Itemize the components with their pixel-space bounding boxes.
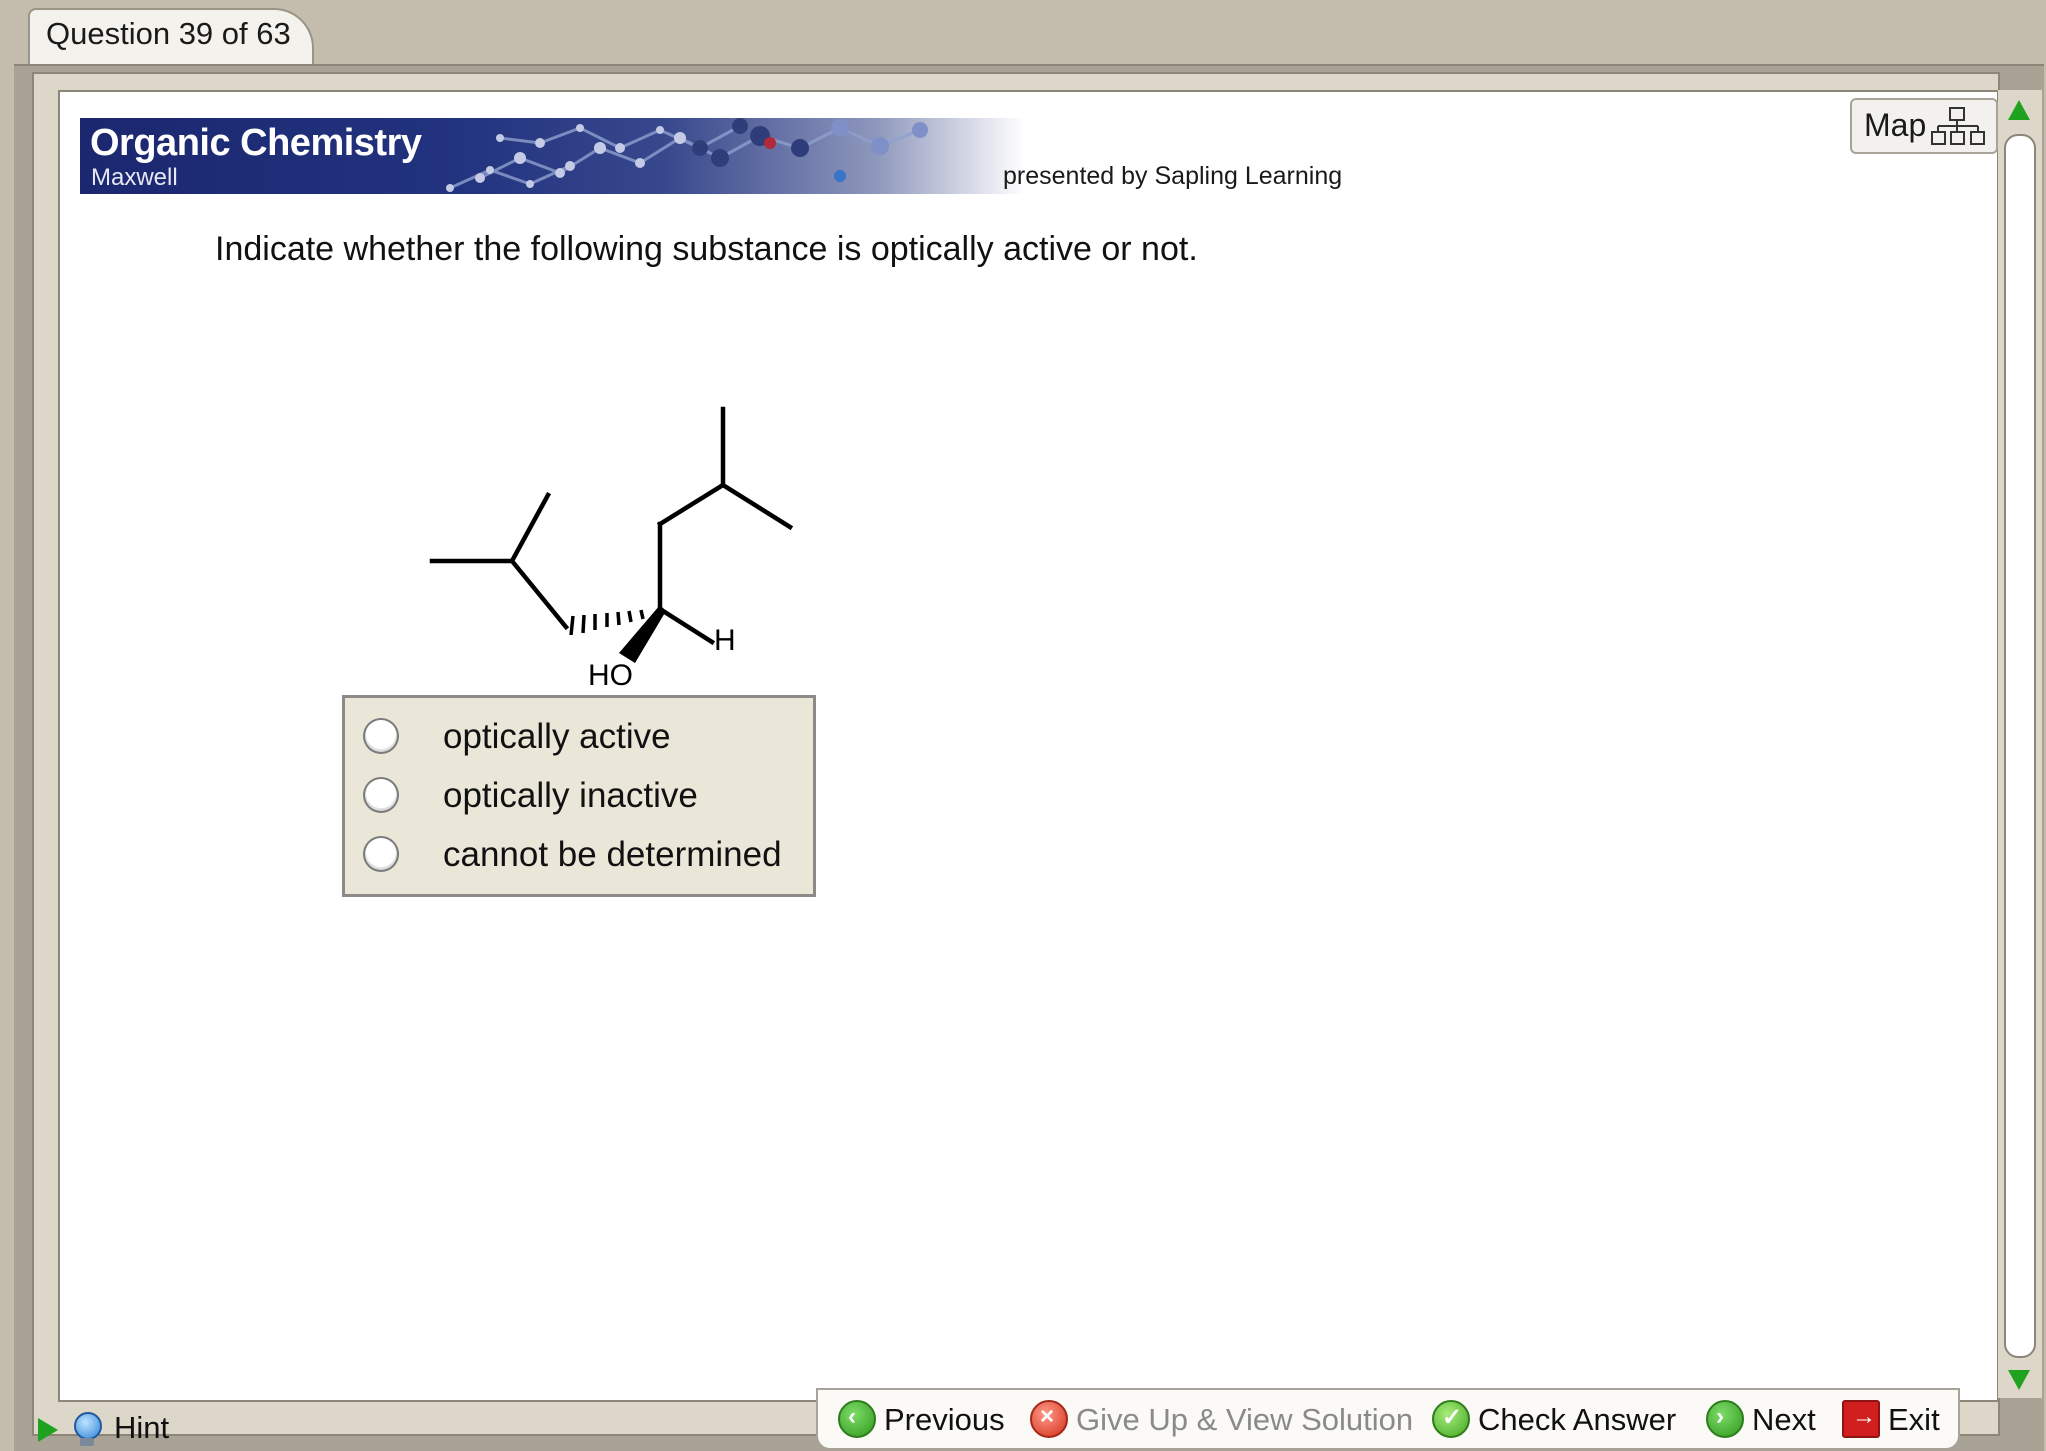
hydroxyl-label: HO: [588, 659, 633, 692]
exit-door-icon: →: [1842, 1400, 1880, 1438]
bond-line: [656, 481, 727, 528]
question-window: Organic Chemistry Maxwell presented by S…: [14, 64, 2044, 1451]
forward-arrow-icon: ›: [1706, 1400, 1744, 1438]
previous-label: Previous: [884, 1402, 1005, 1437]
question-prompt: Indicate whether the following substance…: [215, 230, 1198, 268]
scroll-track[interactable]: [2004, 134, 2036, 1358]
scroll-up-arrow-icon[interactable]: [2008, 100, 2030, 120]
next-label: Next: [1752, 1402, 1816, 1437]
bond-line: [508, 491, 552, 565]
bond-line: [508, 557, 570, 631]
check-answer-label: Check Answer: [1478, 1402, 1677, 1437]
lightbulb-icon: [74, 1412, 102, 1440]
hashed-wedge-bond: [569, 609, 645, 636]
choice-label: optically active: [443, 717, 671, 756]
lightbulb-base: [80, 1438, 94, 1446]
exit-label: Exit: [1888, 1402, 1940, 1437]
choice-label: optically inactive: [443, 776, 698, 815]
course-title: Organic Chemistry: [90, 122, 422, 164]
question-counter-label: Question 39 of 63: [46, 16, 291, 51]
checkmark-icon: ✓: [1432, 1400, 1470, 1438]
map-button[interactable]: Map: [1850, 98, 1998, 154]
expand-arrow-icon[interactable]: [38, 1418, 58, 1442]
question-content-area: Organic Chemistry Maxwell presented by S…: [58, 90, 1999, 1402]
radio-button[interactable]: [363, 777, 399, 813]
choice-optically-active[interactable]: optically active: [363, 712, 803, 766]
hint-label: Hint: [114, 1410, 170, 1445]
radio-button[interactable]: [363, 836, 399, 872]
answer-choices-panel: optically active optically inactive cann…: [342, 695, 816, 897]
question-counter-tab: Question 39 of 63: [28, 8, 314, 66]
navigation-bar: ‹ Previous × Give Up & View Solution ✓ C…: [816, 1388, 1960, 1450]
choice-cannot-be-determined[interactable]: cannot be determined: [363, 830, 803, 884]
bond-line: [719, 481, 794, 531]
textbook-banner: Organic Chemistry Maxwell: [80, 118, 1025, 194]
scroll-down-arrow-icon[interactable]: [2008, 1370, 2030, 1390]
hydrogen-label: H: [714, 624, 736, 657]
choice-label: cannot be determined: [443, 835, 782, 874]
sitemap-icon: [1931, 107, 1985, 145]
presented-by-text: presented by Sapling Learning: [1003, 162, 1343, 190]
back-arrow-icon: ‹: [838, 1400, 876, 1438]
molecule-structure: HO H: [429, 406, 794, 692]
choice-optically-inactive[interactable]: optically inactive: [363, 771, 803, 825]
vertical-scrollbar[interactable]: [1998, 90, 2042, 1398]
cancel-x-icon: ×: [1030, 1400, 1068, 1438]
course-author: Maxwell: [91, 164, 178, 191]
radio-button[interactable]: [363, 718, 399, 754]
bond-line: [656, 605, 716, 646]
map-button-label: Map: [1864, 107, 1927, 143]
give-up-label: Give Up & View Solution: [1076, 1402, 1414, 1437]
question-frame: Organic Chemistry Maxwell presented by S…: [32, 72, 2042, 1436]
